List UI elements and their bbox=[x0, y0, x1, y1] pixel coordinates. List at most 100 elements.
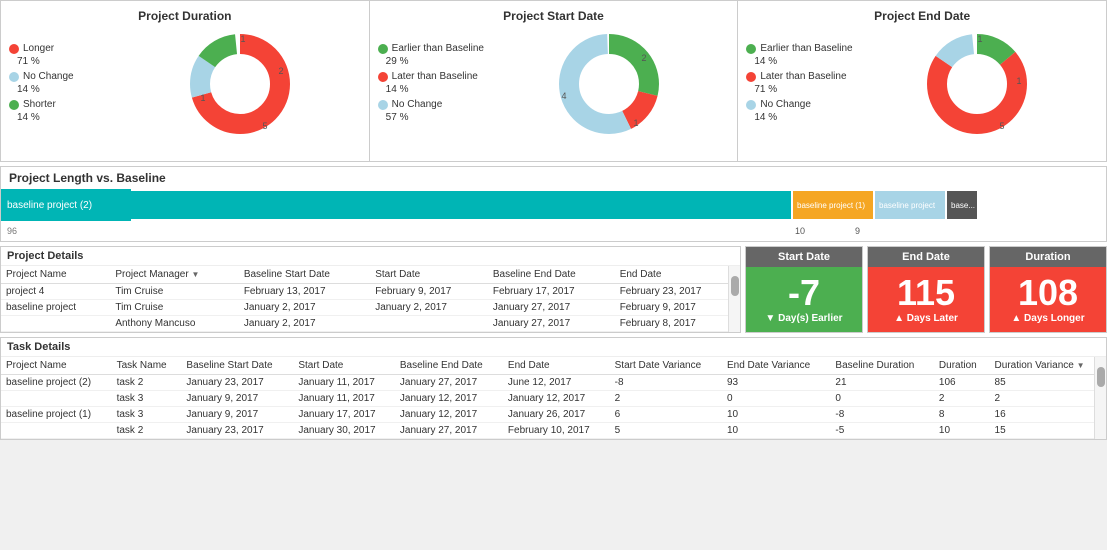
task-cell: 21 bbox=[830, 375, 933, 391]
earlier-label: Earlier than Baseline bbox=[392, 43, 484, 54]
gantt-bar-baseline: baseline project bbox=[875, 191, 945, 219]
nochange-pct: 14 % bbox=[17, 84, 40, 95]
gantt-bottom-nums: 10 9 bbox=[131, 226, 1106, 236]
task-cell: January 12, 2017 bbox=[503, 391, 610, 407]
col-baseline-end: Baseline End Date bbox=[488, 266, 615, 284]
cell-baseline-start: February 13, 2017 bbox=[239, 284, 370, 300]
cell-project-name: project 4 bbox=[1, 284, 110, 300]
task-col-bl-start: Baseline Start Date bbox=[181, 357, 293, 375]
task-cell: 2 bbox=[990, 391, 1106, 407]
end-nochange-label: No Change bbox=[760, 99, 811, 110]
later-dot bbox=[378, 72, 388, 82]
end-earlier-label: Earlier than Baseline bbox=[760, 43, 852, 54]
project-duration-panel: Project Duration Longer 71 % No Change bbox=[1, 1, 370, 161]
task-cell: task 3 bbox=[112, 407, 182, 423]
duration-header: Duration bbox=[990, 247, 1106, 267]
shorter-dot bbox=[9, 100, 19, 110]
task-col-bl-dur: Baseline Duration bbox=[830, 357, 933, 375]
col-end: End Date bbox=[615, 266, 740, 284]
cell-project-name: baseline project bbox=[1, 300, 110, 316]
end-earlier-pct: 14 % bbox=[754, 56, 777, 67]
bar-baseline-label: baseline project bbox=[875, 201, 939, 210]
cell-start: February 9, 2017 bbox=[370, 284, 488, 300]
end-later-dot bbox=[746, 72, 756, 82]
duration-legend: Longer 71 % No Change 14 % Shorter bbox=[9, 43, 119, 125]
duration-value: 108 bbox=[1018, 275, 1078, 311]
task-cell: January 30, 2017 bbox=[293, 423, 395, 439]
task-cell: 2 bbox=[610, 391, 722, 407]
table-row: task 2 January 23, 2017 January 30, 2017… bbox=[1, 423, 1106, 439]
task-cell: 106 bbox=[934, 375, 990, 391]
gantt-bottom-row: 96 10 9 bbox=[1, 221, 1106, 241]
task-cell: January 17, 2017 bbox=[293, 407, 395, 423]
task-details-title: Task Details bbox=[1, 338, 1106, 357]
later-pct: 14 % bbox=[386, 84, 409, 95]
col-start: Start Date bbox=[370, 266, 488, 284]
svg-text:2: 2 bbox=[278, 66, 283, 76]
task-details-panel: Task Details Project Name Task Name Base… bbox=[0, 337, 1107, 440]
task-col-task: Task Name bbox=[112, 357, 182, 375]
longer-label: Longer bbox=[23, 43, 54, 54]
project-details-header-row: Project Name Project Manager ▼ Baseline … bbox=[1, 266, 740, 284]
gantt-bottom-num: 96 bbox=[1, 226, 131, 236]
duration-body: 108 ▲ Days Longer bbox=[990, 267, 1106, 332]
gantt-bar-base: base... bbox=[947, 191, 977, 219]
cell-start: January 2, 2017 bbox=[370, 300, 488, 316]
svg-text:1: 1 bbox=[633, 118, 638, 128]
task-cell: January 12, 2017 bbox=[395, 407, 503, 423]
start-legend: Earlier than Baseline 29 % Later than Ba… bbox=[378, 43, 488, 125]
longer-pct: 71 % bbox=[17, 56, 40, 67]
task-scrollbar[interactable] bbox=[1094, 357, 1106, 439]
gantt-top-row: baseline project (2) baseline project (1… bbox=[1, 189, 1106, 221]
cell-baseline-end: January 27, 2017 bbox=[488, 316, 615, 332]
later-label: Later than Baseline bbox=[392, 71, 478, 82]
task-cell: 10 bbox=[722, 407, 830, 423]
num-10: 10 bbox=[791, 226, 809, 236]
gantt-bar-baseline1: baseline project (1) bbox=[793, 191, 873, 219]
task-cell: June 12, 2017 bbox=[503, 375, 610, 391]
project-details-table-container: Project Name Project Manager ▼ Baseline … bbox=[1, 266, 740, 332]
table-row: project 4 Tim Cruise February 13, 2017 F… bbox=[1, 284, 740, 300]
gantt-main-bar bbox=[131, 191, 791, 219]
end-later-pct: 71 % bbox=[754, 84, 777, 95]
gantt-num-96: 96 bbox=[7, 226, 17, 236]
cell-manager: Tim Cruise bbox=[110, 300, 239, 316]
end-legend: Earlier than Baseline 14 % Later than Ba… bbox=[746, 43, 856, 125]
end-date-subtitle-text: Days Later bbox=[907, 313, 958, 324]
end-nochange-pct: 14 % bbox=[754, 112, 777, 123]
cell-baseline-start: January 2, 2017 bbox=[239, 300, 370, 316]
task-cell: -8 bbox=[830, 407, 933, 423]
cell-end: February 8, 2017 bbox=[615, 316, 740, 332]
task-cell: 5 bbox=[610, 423, 722, 439]
task-cell: January 9, 2017 bbox=[181, 407, 293, 423]
task-cell bbox=[1, 391, 112, 407]
table-row: baseline project Tim Cruise January 2, 2… bbox=[1, 300, 740, 316]
scrollbar[interactable] bbox=[728, 266, 740, 332]
cell-manager: Tim Cruise bbox=[110, 284, 239, 300]
start-donut: 2 4 1 bbox=[488, 29, 730, 139]
task-cell: February 10, 2017 bbox=[503, 423, 610, 439]
shorter-pct: 14 % bbox=[17, 112, 40, 123]
table-row: baseline project (2) task 2 January 23, … bbox=[1, 375, 1106, 391]
task-cell: 2 bbox=[934, 391, 990, 407]
task-col-end: End Date bbox=[503, 357, 610, 375]
sort-icon[interactable]: ▼ bbox=[191, 270, 199, 279]
project-details-title: Project Details bbox=[1, 247, 740, 266]
gantt-chart: baseline project (2) baseline project (1… bbox=[1, 189, 1106, 241]
earlier-pct: 29 % bbox=[386, 56, 409, 67]
project-end-date-panel: Project End Date Earlier than Baseline 1… bbox=[738, 1, 1106, 161]
bar-chart-title: Project Length vs. Baseline bbox=[1, 167, 1106, 189]
svg-text:1: 1 bbox=[1017, 76, 1022, 86]
task-cell: task 2 bbox=[112, 423, 182, 439]
task-sort-icon[interactable]: ▼ bbox=[1077, 361, 1085, 370]
duration-arrow: ▲ bbox=[1011, 313, 1024, 324]
task-col-dur-var: Duration Variance ▼ bbox=[990, 357, 1106, 375]
gantt-bar-area: baseline project (1) baseline project ba… bbox=[131, 189, 1106, 221]
task-scroll-thumb bbox=[1097, 367, 1105, 387]
nochange2-label: No Change bbox=[392, 99, 443, 110]
end-date-header: End Date bbox=[868, 247, 984, 267]
gantt-main-label-text: baseline project (2) bbox=[7, 200, 92, 211]
task-cell: 8 bbox=[934, 407, 990, 423]
task-cell: 10 bbox=[934, 423, 990, 439]
task-cell: 93 bbox=[722, 375, 830, 391]
